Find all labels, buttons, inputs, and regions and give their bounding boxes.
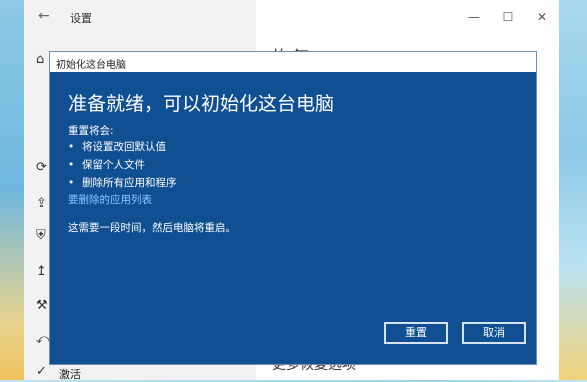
reset-pc-dialog: 初始化这台电脑 准备就绪，可以初始化这台电脑 重置将会: • 将设置改回默认值 •… (49, 51, 537, 365)
reset-items-list: • 将设置改回默认值 • 保留个人文件 • 删除所有应用和程序 (68, 138, 177, 192)
shield-icon[interactable]: ⛨ (36, 228, 46, 243)
desktop-background-left (0, 0, 24, 380)
window-controls: — ☐ ✕ (457, 0, 559, 34)
window-title: 设置 (70, 12, 92, 25)
restart-note: 这需要一段时间，然后电脑将重启。 (68, 222, 236, 234)
check-circle-icon[interactable]: ✓ (36, 364, 47, 379)
wrench-icon[interactable]: ⚒ (36, 298, 48, 313)
apps-to-remove-link[interactable]: 要删除的应用列表 (68, 192, 152, 207)
dialog-subheading: 重置将会: (68, 125, 114, 137)
recovery-icon[interactable]: ⤺ (36, 332, 50, 347)
maximize-button[interactable]: ☐ (491, 0, 525, 34)
settings-titlebar: ← 设置 — ☐ ✕ (24, 0, 559, 34)
back-arrow-icon[interactable]: ← (38, 8, 50, 24)
home-icon[interactable]: ⌂ (36, 52, 44, 67)
sync-icon[interactable]: ⟳ (36, 160, 47, 175)
minimize-button[interactable]: — (457, 0, 491, 34)
cancel-button[interactable]: 取消 (462, 322, 526, 344)
close-button[interactable]: ✕ (525, 0, 559, 34)
bullet-icon: • (68, 159, 75, 171)
bullet-icon: • (68, 141, 75, 153)
list-item: • 将设置改回默认值 (68, 138, 177, 156)
reset-button[interactable]: 重置 (384, 322, 448, 344)
bullet-icon: • (68, 177, 75, 189)
list-item: • 保留个人文件 (68, 156, 177, 174)
backup-icon[interactable]: ⇪ (36, 196, 47, 211)
dialog-heading: 准备就绪，可以初始化这台电脑 (68, 93, 335, 115)
dialog-titlebar: 初始化这台电脑 (50, 52, 536, 72)
list-item: • 删除所有应用和程序 (68, 174, 177, 192)
dialog-title: 初始化这台电脑 (56, 60, 126, 71)
desktop-background-right (559, 0, 587, 380)
upload-icon[interactable]: ↥ (36, 264, 47, 279)
